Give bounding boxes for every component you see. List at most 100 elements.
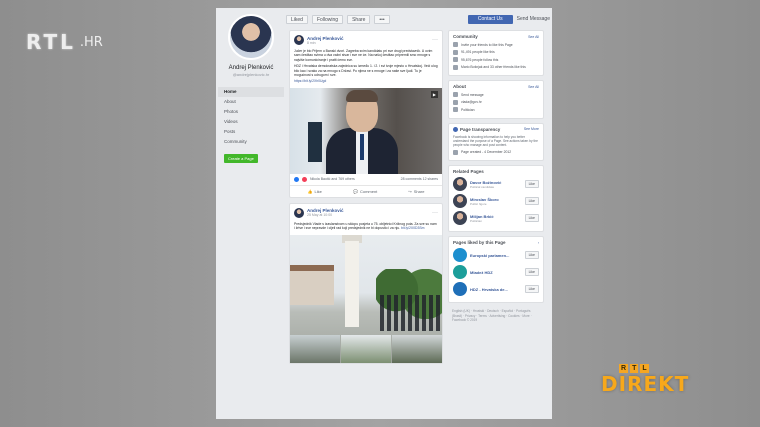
send-message-button[interactable]: Send Message (517, 16, 550, 22)
follow-icon (453, 57, 458, 62)
post-link[interactable]: https://bit.ly/2Xh0Ugd (294, 79, 326, 83)
post-paragraph: Predsjednik Vlade s izaslanstvom u sklop… (294, 221, 437, 231)
liked-page-item: Mladež HDZ Like (453, 265, 539, 280)
page-nav: Home About Photos Videos Posts Community (218, 87, 284, 147)
post-paragraph: Jučer je bio Prijem u Banski dvori. Zagr… (294, 49, 433, 62)
tag-icon (453, 107, 458, 112)
share-action[interactable]: ↪ Share (408, 189, 424, 194)
like-page-button[interactable]: Like (524, 268, 539, 277)
avatar[interactable] (453, 194, 467, 209)
about-see-all[interactable]: See All (528, 85, 539, 89)
liked-page-item: Europski parlamen... Like (453, 248, 539, 263)
thumbs-up-icon: 👍 (307, 188, 313, 194)
nav-photos[interactable]: Photos (218, 107, 284, 117)
liked-button[interactable]: Liked (286, 14, 308, 24)
like-page-button[interactable]: Like (524, 180, 539, 189)
post-photo-gallery[interactable] (290, 234, 442, 363)
love-reaction-icon (302, 176, 307, 182)
transparency-see-more[interactable]: See More (524, 127, 539, 131)
memorial-pillar (345, 240, 359, 327)
org-logo[interactable] (453, 282, 467, 297)
contact-us-button[interactable]: Contact Us (467, 14, 513, 24)
friends-icon (453, 64, 458, 70)
like-page-button[interactable]: Like (524, 251, 539, 260)
community-box: Community See All Invite your friends to… (448, 30, 544, 76)
post-date[interactable]: 25 May at 10:00 (307, 213, 344, 217)
post-actions: 👍 Like 💬 Comment ↪ Share (290, 186, 442, 197)
photo-thumbnail[interactable] (341, 334, 391, 363)
messenger-icon (453, 92, 458, 97)
reactions-count[interactable]: Nikola Baotić and 769 others (310, 177, 355, 181)
page-transparency-box: Page transparency See More Facebook is s… (448, 122, 544, 162)
page-username[interactable]: @andrejplenkovic.hr (218, 72, 284, 77)
comments-shares-count[interactable]: 28 comments 12 shares (401, 177, 438, 181)
post-header: Andrej Plenković 25 May at 10:00 ··· (290, 204, 442, 218)
like-action[interactable]: 👍 Like (308, 189, 322, 194)
photo-thumbnail[interactable] (290, 334, 340, 363)
email-icon (453, 99, 458, 105)
create-page-button[interactable]: Create a Page (224, 154, 258, 163)
page-left-sidebar: Andrej Plenković @andrejplenkovic.hr Hom… (218, 14, 284, 165)
delegation-figures (380, 294, 440, 331)
video-badge-icon: ▶ (430, 90, 438, 98)
post-video-thumbnail[interactable]: ▶ (290, 87, 442, 174)
rtl-logo-tld: .HR (79, 34, 103, 50)
post-options-icon[interactable]: ··· (432, 210, 438, 216)
pages-liked-box: Pages liked by this Page › Europski parl… (448, 236, 544, 304)
like-reaction-icon (294, 176, 299, 182)
community-see-all[interactable]: See All (528, 35, 539, 39)
page-action-bar: Liked Following Share ••• Contact Us Sen… (286, 12, 550, 26)
nav-community[interactable]: Community (218, 137, 284, 147)
like-page-button[interactable]: Like (524, 214, 539, 223)
thumbs-up-icon (453, 49, 458, 55)
avatar[interactable] (453, 177, 467, 192)
nav-videos[interactable]: Videos (218, 117, 284, 127)
share-icon: ↪ (408, 188, 412, 194)
page-name[interactable]: Andrej Plenković (218, 65, 284, 71)
comment-action[interactable]: 💬 Comment (353, 189, 377, 194)
photo-thumbnails (290, 334, 442, 363)
post-options-icon[interactable]: ··· (432, 37, 438, 43)
post-date[interactable]: 8 min (307, 41, 344, 45)
about-box: About See All Send message vlada@gov.hr … (448, 80, 544, 119)
following-button[interactable]: Following (311, 14, 344, 24)
post-author-avatar[interactable] (294, 207, 304, 218)
post-link[interactable]: bit.ly/2X0D3Sm (401, 226, 424, 230)
avatar[interactable] (453, 211, 467, 226)
more-button[interactable]: ••• (374, 14, 390, 24)
posts-feed: Andrej Plenković 8 min ··· Jučer je bio … (289, 30, 443, 369)
reactions-bar: Nikola Baotić and 769 others 28 comments… (290, 174, 442, 186)
post-author-avatar[interactable] (294, 35, 304, 45)
org-logo[interactable] (453, 265, 467, 280)
post-author-name[interactable]: Andrej Plenković (307, 36, 344, 41)
rtl-logo-word: RTL (26, 30, 76, 54)
about-title: About (453, 84, 466, 89)
nav-about[interactable]: About (218, 97, 284, 107)
invite-icon (453, 42, 458, 47)
nav-posts[interactable]: Posts (218, 127, 284, 137)
post-card: Andrej Plenković 8 min ··· Jučer je bio … (289, 30, 443, 198)
share-button[interactable]: Share (347, 14, 371, 24)
nav-home[interactable]: Home (218, 87, 284, 97)
like-page-button[interactable]: Like (524, 285, 539, 294)
community-title: Community (453, 34, 478, 39)
page-profile-photo[interactable] (228, 14, 274, 60)
transparency-title: Page transparency (453, 127, 500, 132)
photo-thumbnail[interactable] (392, 334, 442, 363)
related-pages-title: Related Pages (453, 169, 484, 175)
post-card: Andrej Plenković 25 May at 10:00 ··· Pre… (289, 202, 443, 364)
footer-links[interactable]: English (UK) · Hrvatski · Deutsch · Espa… (448, 307, 544, 324)
info-icon (453, 126, 458, 132)
org-logo[interactable] (453, 248, 467, 263)
rtl-direkt-logo: R T L DIREKT (601, 364, 690, 396)
like-page-button[interactable]: Like (524, 197, 539, 206)
comment-icon: 💬 (352, 188, 358, 194)
chevron-right-icon[interactable]: › (538, 241, 539, 245)
post-header: Andrej Plenković 8 min ··· (290, 31, 442, 45)
post-body: Predsjednik Vlade s izaslanstvom u sklop… (290, 218, 442, 235)
related-pages-box: Related Pages Davor Božinović Political c… (448, 165, 544, 233)
related-page-item: Miroslav Škoro Public figure Like (453, 194, 539, 209)
transparency-description: Facebook is showing information to help … (453, 134, 538, 147)
related-page-item: Davor Božinović Political candidate Like (453, 177, 539, 192)
flag-icon (453, 149, 458, 155)
